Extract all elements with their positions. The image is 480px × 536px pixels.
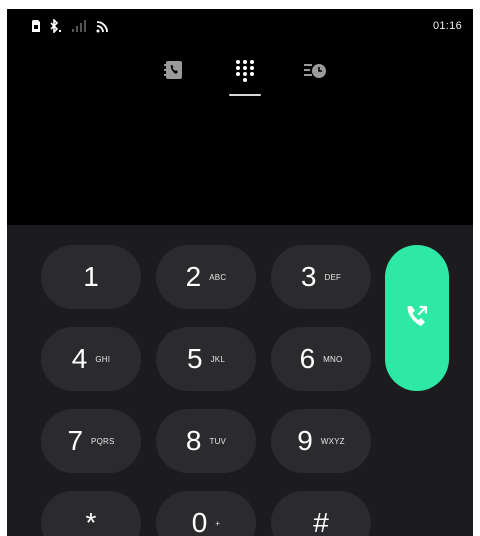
key-digit: 8 bbox=[185, 425, 202, 456]
dialpad-icon bbox=[233, 57, 257, 85]
key-digit: 4 bbox=[71, 343, 88, 374]
key-letters: ABC bbox=[209, 272, 227, 282]
key-3[interactable]: 3 DEF bbox=[271, 245, 371, 309]
key-6[interactable]: 6 MNO bbox=[271, 327, 371, 391]
tab-contacts[interactable] bbox=[154, 57, 194, 97]
key-digit: 2 bbox=[185, 261, 202, 292]
key-7[interactable]: 7 PQRS bbox=[41, 409, 141, 473]
tab-dialpad[interactable] bbox=[225, 57, 265, 97]
key-5[interactable]: 5 JKL bbox=[156, 327, 256, 391]
selected-tab-indicator bbox=[229, 94, 261, 96]
dialer-tabs bbox=[7, 57, 473, 97]
key-letters: PQRS bbox=[91, 436, 115, 446]
phone-call-icon bbox=[403, 302, 431, 335]
key-2[interactable]: 2 ABC bbox=[156, 245, 256, 309]
number-display[interactable] bbox=[7, 109, 473, 219]
key-letters: GHI bbox=[95, 354, 111, 364]
key-4[interactable]: 4 GHI bbox=[41, 327, 141, 391]
status-time: 01:16 bbox=[432, 20, 462, 32]
key-digit: 6 bbox=[299, 343, 316, 374]
sim-icon bbox=[31, 19, 41, 33]
key-letters: TUV bbox=[209, 436, 227, 446]
key-letters: + bbox=[215, 518, 221, 528]
key-letters: MNO bbox=[323, 354, 343, 364]
phone-screen: 01:16 1 2 ABC 3 DEF 4 GHI 5 JKL 6 MNO 7 … bbox=[7, 9, 473, 536]
key-digit: # bbox=[313, 507, 329, 536]
key-digit: 5 bbox=[187, 343, 203, 374]
recents-icon bbox=[303, 57, 329, 81]
key-hash[interactable]: # bbox=[271, 491, 371, 536]
key-9[interactable]: 9 WXYZ bbox=[271, 409, 371, 473]
key-digit: 3 bbox=[300, 261, 317, 292]
key-0[interactable]: 0 + bbox=[156, 491, 256, 536]
wifi-icon bbox=[95, 19, 109, 33]
keypad: 1 2 ABC 3 DEF 4 GHI 5 JKL 6 MNO 7 PQRS 8… bbox=[7, 225, 473, 536]
contacts-icon bbox=[163, 57, 185, 81]
tab-recents[interactable] bbox=[296, 57, 336, 97]
key-digit: * bbox=[85, 507, 97, 536]
key-digit: 0 bbox=[191, 507, 208, 536]
call-button[interactable] bbox=[385, 245, 449, 391]
key-letters: WXYZ bbox=[320, 436, 345, 446]
key-star[interactable]: * bbox=[41, 491, 141, 536]
signal-icon bbox=[71, 19, 87, 33]
bluetooth-icon bbox=[49, 19, 63, 33]
key-digit: 7 bbox=[67, 425, 84, 456]
status-icons bbox=[31, 18, 109, 34]
key-digit: 9 bbox=[297, 425, 313, 456]
key-letters: JKL bbox=[210, 354, 225, 364]
status-bar: 01:16 bbox=[7, 9, 473, 43]
key-digit: 1 bbox=[83, 261, 99, 292]
key-letters: DEF bbox=[324, 272, 342, 282]
key-8[interactable]: 8 TUV bbox=[156, 409, 256, 473]
key-1[interactable]: 1 bbox=[41, 245, 141, 309]
